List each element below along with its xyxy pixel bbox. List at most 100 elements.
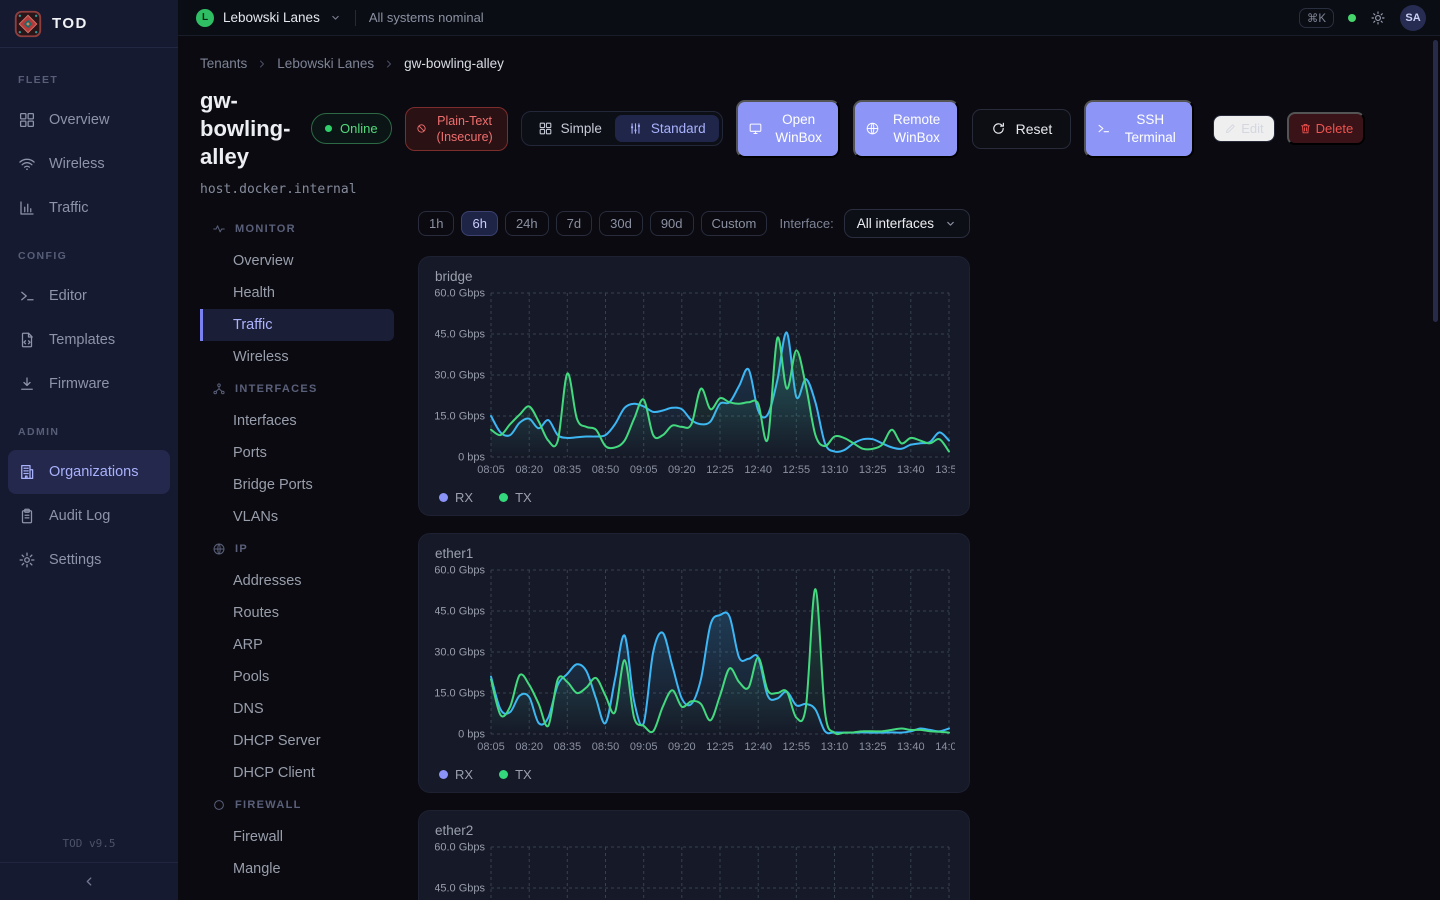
theme-toggle-button[interactable] (1370, 10, 1386, 26)
device-nav-item-overview[interactable]: Overview (200, 245, 394, 277)
time-range-90d[interactable]: 90d (650, 211, 694, 236)
svg-text:12:25: 12:25 (706, 741, 734, 753)
device-nav-item-addresses[interactable]: Addresses (200, 565, 394, 597)
reset-label: Reset (1016, 121, 1053, 137)
device-nav-item-bridge-ports[interactable]: Bridge Ports (200, 469, 394, 501)
device-nav-item-traffic[interactable]: Traffic (200, 309, 394, 341)
sidebar-collapse-button[interactable] (0, 862, 178, 900)
device-nav-item-dhcp-client[interactable]: DHCP Client (200, 757, 394, 789)
device-host: host.docker.internal (200, 182, 1418, 197)
ssh-terminal-label: SSH Terminal (1118, 111, 1182, 147)
time-range-6h[interactable]: 6h (461, 211, 497, 236)
sidebar-item-label: Editor (49, 288, 87, 304)
bar-chart-icon (18, 199, 36, 217)
ssh-terminal-button[interactable]: SSH Terminal (1084, 100, 1194, 158)
device-nav-item-routes[interactable]: Routes (200, 597, 394, 629)
time-range-custom[interactable]: Custom (701, 211, 768, 236)
device-nav-item-health[interactable]: Health (200, 277, 394, 309)
sidebar: TOD FLEETOverviewWirelessTrafficCONFIGEd… (0, 0, 178, 900)
edit-button[interactable]: Edit (1213, 115, 1274, 142)
time-range-30d[interactable]: 30d (599, 211, 643, 236)
interface-select-value: All interfaces (857, 216, 934, 231)
interface-filter: Interface: All interfaces (780, 209, 971, 238)
time-range-7d[interactable]: 7d (556, 211, 592, 236)
svg-text:30.0 Gbps: 30.0 Gbps (435, 369, 485, 381)
device-nav: MONITOROverviewHealthTrafficWirelessINTE… (200, 209, 394, 900)
page-scrollbar[interactable] (1433, 40, 1438, 322)
svg-text:0 bps: 0 bps (458, 451, 485, 463)
svg-text:13:40: 13:40 (897, 464, 925, 476)
time-range-24h[interactable]: 24h (505, 211, 549, 236)
chart-legend: RXTX (435, 490, 953, 505)
view-mode-standard[interactable]: Standard (615, 115, 719, 142)
svg-text:60.0 Gbps: 60.0 Gbps (435, 287, 485, 299)
topbar-divider (355, 10, 356, 26)
user-avatar[interactable]: SA (1400, 5, 1426, 31)
breadcrumb-tenants[interactable]: Tenants (200, 56, 247, 71)
grid-icon (18, 111, 36, 129)
breadcrumb-tenant[interactable]: Lebowski Lanes (277, 56, 374, 71)
sidebar-item-organizations[interactable]: Organizations (8, 450, 170, 494)
view-mode-simple[interactable]: Simple (525, 115, 615, 142)
remote-winbox-button[interactable]: Remote WinBox (853, 100, 959, 158)
sidebar-item-label: Firmware (49, 376, 109, 392)
view-mode-toggle: Simple Standard (521, 111, 723, 146)
sidebar-item-editor[interactable]: Editor (8, 274, 170, 318)
legend-rx-dot-icon (439, 493, 448, 502)
reset-button[interactable]: Reset (972, 109, 1072, 149)
device-nav-item-mangle[interactable]: Mangle (200, 853, 394, 885)
sidebar-section-admin: ADMIN (0, 406, 178, 450)
wifi-icon (18, 155, 36, 173)
topbar: L Lebowski Lanes All systems nominal ⌘K … (178, 0, 1440, 36)
svg-text:45.0 Gbps: 45.0 Gbps (435, 605, 485, 617)
file-icon (18, 331, 36, 349)
device-nav-item-interfaces[interactable]: Interfaces (200, 405, 394, 437)
chart-card-bridge: bridge60.0 Gbps45.0 Gbps30.0 Gbps15.0 Gb… (418, 256, 970, 516)
svg-text:13:55: 13:55 (935, 464, 955, 476)
open-winbox-button[interactable]: Open WinBox (736, 100, 840, 158)
device-nav-item-arp[interactable]: ARP (200, 629, 394, 661)
device-nav-item-pools[interactable]: Pools (200, 661, 394, 693)
legend-rx: RX (439, 490, 473, 505)
sidebar-item-overview[interactable]: Overview (8, 98, 170, 142)
lock-slash-icon (416, 123, 427, 134)
device-nav-item-dns[interactable]: DNS (200, 693, 394, 725)
health-dot (1348, 14, 1356, 22)
chart-legend: RXTX (435, 767, 953, 782)
command-palette-shortcut[interactable]: ⌘K (1299, 8, 1334, 28)
sidebar-item-templates[interactable]: Templates (8, 318, 170, 362)
sliders-icon (628, 121, 643, 136)
sidebar-item-settings[interactable]: Settings (8, 538, 170, 582)
topbar-right: ⌘K SA (1299, 5, 1426, 31)
device-nav-item-vlans[interactable]: VLANs (200, 501, 394, 533)
terminal-icon (18, 287, 36, 305)
svg-text:12:55: 12:55 (783, 464, 811, 476)
gear-icon (18, 551, 36, 569)
svg-text:13:25: 13:25 (859, 464, 887, 476)
device-nav-item-dhcp-server[interactable]: DHCP Server (200, 725, 394, 757)
sidebar-item-wireless[interactable]: Wireless (8, 142, 170, 186)
chart-ether2: 60.0 Gbps45.0 Gbps30.0 Gbps15.0 Gbps0 bp… (435, 840, 955, 900)
sidebar-item-label: Settings (49, 552, 101, 568)
svg-text:08:05: 08:05 (477, 464, 505, 476)
refresh-icon (991, 121, 1006, 136)
tenant-selector[interactable]: L Lebowski Lanes (196, 9, 342, 27)
delete-button[interactable]: Delete (1287, 112, 1366, 145)
sidebar-item-traffic[interactable]: Traffic (8, 186, 170, 230)
device-nav-section-interfaces: INTERFACES (200, 373, 394, 405)
device-nav-item-wireless[interactable]: Wireless (200, 341, 394, 373)
svg-text:15.0 Gbps: 15.0 Gbps (435, 410, 485, 422)
chart-card-ether1: ether160.0 Gbps45.0 Gbps30.0 Gbps15.0 Gb… (418, 533, 970, 793)
interface-select[interactable]: All interfaces (844, 209, 970, 238)
online-dot-icon (325, 125, 332, 132)
time-range-1h[interactable]: 1h (418, 211, 454, 236)
svg-text:0 bps: 0 bps (458, 728, 485, 740)
chart-card-ether2: ether260.0 Gbps45.0 Gbps30.0 Gbps15.0 Gb… (418, 810, 970, 900)
app-name: TOD (52, 15, 88, 32)
device-nav-item-firewall[interactable]: Firewall (200, 821, 394, 853)
terminal-icon (1096, 121, 1111, 136)
sidebar-item-firmware[interactable]: Firmware (8, 362, 170, 406)
legend-rx: RX (439, 767, 473, 782)
sidebar-item-audit-log[interactable]: Audit Log (8, 494, 170, 538)
device-nav-item-ports[interactable]: Ports (200, 437, 394, 469)
